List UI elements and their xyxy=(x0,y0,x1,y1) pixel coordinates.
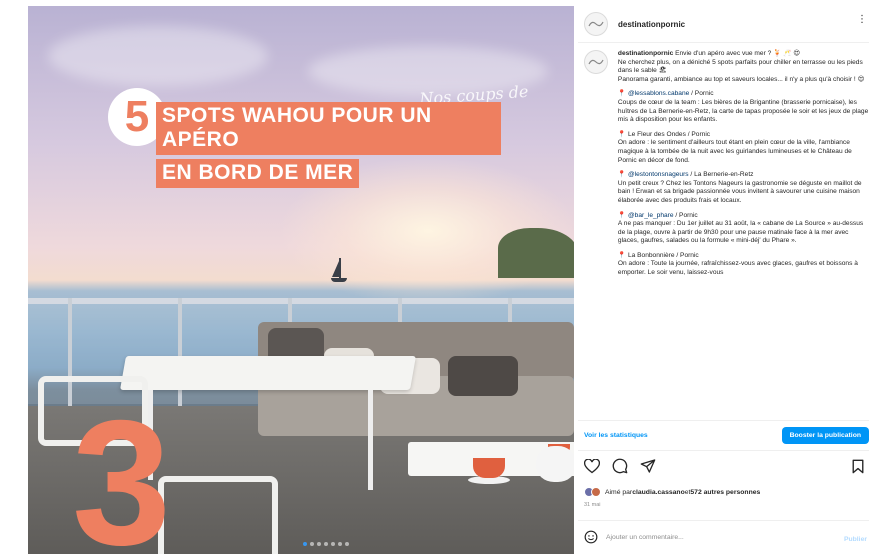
carousel-dot[interactable] xyxy=(324,542,328,546)
spot-place: / Pornic xyxy=(685,130,711,138)
spot-name[interactable]: @lestontonsnageurs xyxy=(628,171,689,178)
emoji-icon[interactable] xyxy=(584,530,598,544)
spot-entry: 📍 @lessablons.cabane / Pornic Coups de cœ… xyxy=(618,90,869,124)
caption-text: destinationpornic Envie d'un apéro avec … xyxy=(618,50,869,284)
carousel-dot[interactable] xyxy=(317,542,321,546)
sailboat-hull xyxy=(331,278,347,282)
spot-place: / Pornic xyxy=(674,251,699,259)
railing-post xyxy=(178,298,182,408)
carousel-dots xyxy=(303,542,349,546)
spot-name: La Bonbonnière xyxy=(627,251,675,259)
header-username[interactable]: destinationpornic xyxy=(618,20,685,29)
share-icon[interactable] xyxy=(640,458,656,474)
comment-icon[interactable] xyxy=(612,458,628,474)
comment-input[interactable]: Ajouter un commentaire... xyxy=(606,534,684,541)
carousel-dot[interactable] xyxy=(345,542,349,546)
sky-cloud xyxy=(48,26,268,86)
insights-bar: Voir les statistiques Booster la publica… xyxy=(578,424,869,446)
big-number: 3 xyxy=(72,383,171,555)
heart-icon[interactable] xyxy=(584,458,600,474)
location-pin-icon: 📍 xyxy=(617,211,627,219)
divider xyxy=(578,450,869,451)
sailboat-sail xyxy=(332,261,339,277)
caption-intro: destinationpornic Envie d'un apéro avec … xyxy=(618,50,869,84)
likes-others[interactable]: 572 autres personnes xyxy=(690,489,760,496)
spot-entry: 📍 @lestontonsnageurs / La Bernerie-en-Re… xyxy=(618,171,869,205)
spot-list: 📍 @lessablons.cabane / Pornic Coups de cœ… xyxy=(618,90,869,277)
spot-place: / Pornic xyxy=(673,211,698,219)
sailboat xyxy=(339,258,341,278)
divider xyxy=(578,520,869,521)
spot-desc: On adore : le sentiment d'ailleurs tout … xyxy=(617,139,852,164)
comment-composer: Ajouter un commentaire... xyxy=(584,530,869,544)
spot-name: Le Fleur des Ondes xyxy=(627,130,686,138)
more-horizontal-icon[interactable]: ⋮ xyxy=(857,14,867,25)
likes-user[interactable]: claudia.cassano xyxy=(632,489,685,496)
location-pin-icon: 📍 xyxy=(617,251,627,259)
carousel-dot[interactable] xyxy=(331,542,335,546)
spot-desc: Un petit creux ? Chez les Tontons Nageur… xyxy=(617,179,862,204)
table-leg xyxy=(368,390,373,490)
caption-avatar[interactable] xyxy=(584,50,608,74)
caption-block: destinationpornic Envie d'un apéro avec … xyxy=(584,50,869,284)
caption-intro-3: Panorama garanti, ambiance au top et sav… xyxy=(617,75,865,83)
boost-post-button[interactable]: Booster la publication xyxy=(781,426,869,444)
logo-icon xyxy=(588,21,604,27)
teapot xyxy=(536,446,574,482)
likes-summary: Aimé par claudia.cassano et 572 autres p… xyxy=(584,487,760,497)
logo-icon xyxy=(588,59,604,65)
caption-username[interactable]: destinationpornic xyxy=(618,50,673,57)
publish-comment-button[interactable]: Publier xyxy=(844,536,867,543)
post-actions xyxy=(584,458,656,474)
spot-entry: 📍 La Bonbonnière / Pornic On adore : Tout… xyxy=(618,252,869,278)
spot-place: / Pornic xyxy=(689,90,714,98)
post-title: SPOTS WAHOU POUR UN APÉRO EN BORD DE MER xyxy=(156,102,501,192)
title-line-1: SPOTS WAHOU POUR UN APÉRO xyxy=(156,102,501,155)
cushion xyxy=(448,356,518,396)
divider xyxy=(578,420,869,421)
caption-intro-1: Envie d'un apéro avec vue mer ? 🍹 🥂 😍 xyxy=(675,50,801,57)
spot-place: / La Bernerie-en-Retz xyxy=(688,171,754,179)
likes-prefix: Aimé par xyxy=(605,488,633,496)
carousel-dot[interactable] xyxy=(310,542,314,546)
post-image[interactable]: 5 Nos coups de cœur SPOTS WAHOU POUR UN … xyxy=(28,6,574,554)
chair xyxy=(158,476,278,554)
caption-intro-2: Ne cherchez plus, on a déniché 5 spots p… xyxy=(617,58,863,75)
spot-entry: 📍 @bar_le_phare / Pornic A ne pas manquer… xyxy=(618,212,869,246)
liker-avatars xyxy=(584,487,601,497)
post-header: destinationpornic xyxy=(584,10,869,38)
divider xyxy=(578,42,869,43)
view-insights-link[interactable]: Voir les statistiques xyxy=(584,432,648,439)
spot-desc: A ne pas manquer : Du 1er juillet au 31 … xyxy=(617,220,864,245)
coffee-cup xyxy=(473,458,505,478)
island xyxy=(498,228,574,278)
location-pin-icon: 📍 xyxy=(617,130,627,138)
carousel-dot[interactable] xyxy=(303,542,307,546)
location-pin-icon: 📍 xyxy=(617,90,627,98)
liker-avatar xyxy=(591,487,601,497)
bookmark-icon[interactable] xyxy=(851,459,865,474)
location-pin-icon: 📍 xyxy=(617,171,627,179)
spot-name[interactable]: @lessablons.cabane xyxy=(628,90,689,97)
post-date: 31 mai xyxy=(584,502,601,508)
spot-desc: Coups de cœur de la team : Les bières de… xyxy=(617,98,869,124)
title-line-2: EN BORD DE MER xyxy=(156,159,360,188)
brand-avatar[interactable] xyxy=(584,12,608,36)
terrace-railing xyxy=(28,298,574,304)
carousel-dot[interactable] xyxy=(338,542,342,546)
spot-entry: 📍 Le Fleur des Ondes / Pornic On adore : … xyxy=(618,131,869,165)
spot-name[interactable]: @bar_le_phare xyxy=(628,212,674,219)
post-panel: destinationpornic ⋮ destinationpornic En… xyxy=(578,0,869,560)
spot-desc: On adore : Toute la journée, rafraîchiss… xyxy=(617,260,858,277)
